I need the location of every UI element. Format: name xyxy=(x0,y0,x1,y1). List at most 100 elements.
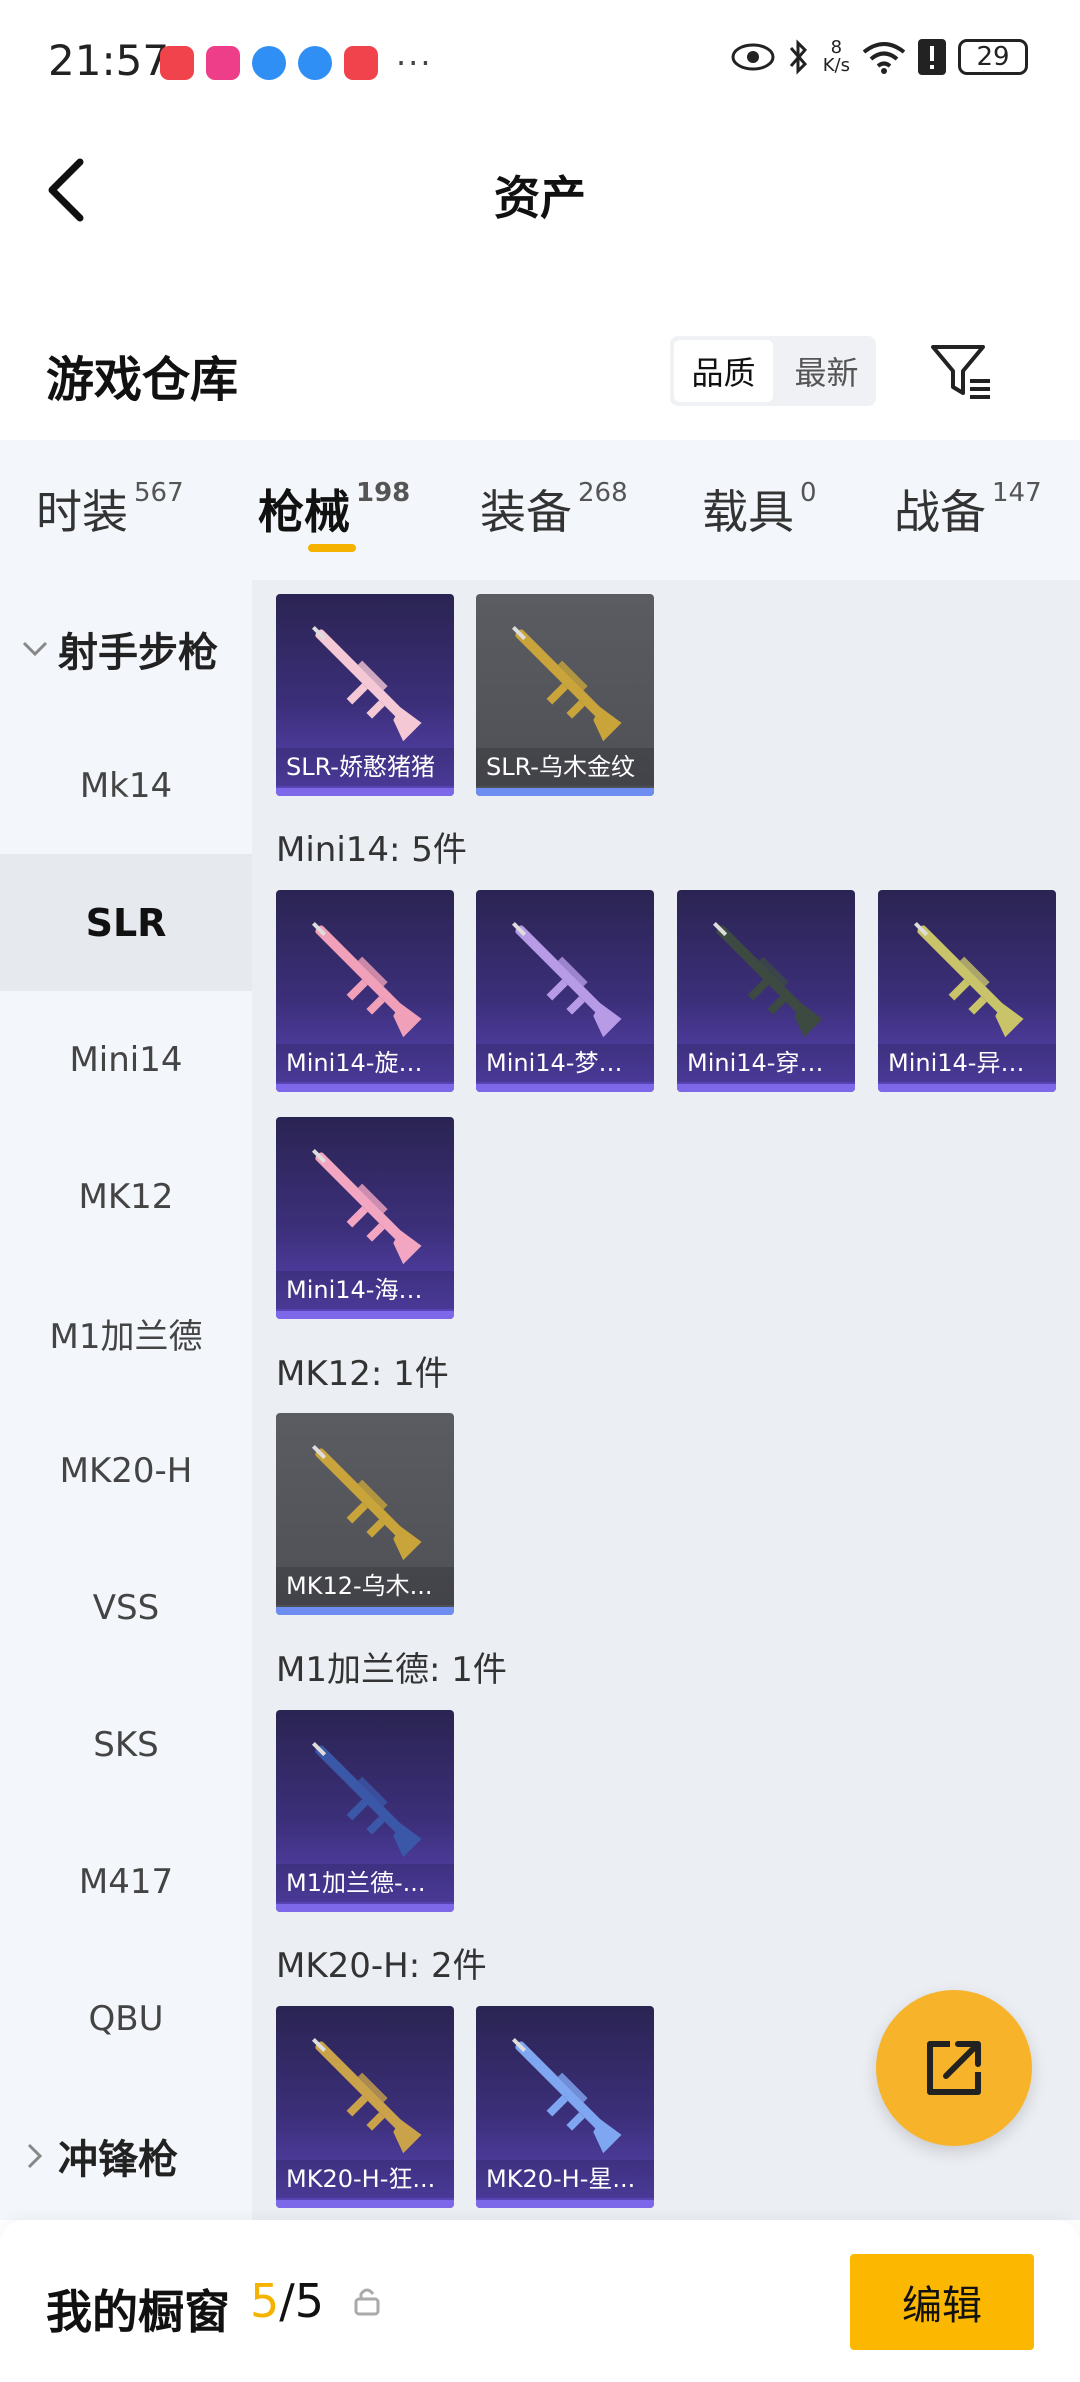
section-label-mk12: MK12: 1件 xyxy=(276,1354,449,1394)
rarity-bar xyxy=(276,1311,454,1319)
tab-fashion[interactable]: 时装 567 xyxy=(36,440,184,542)
net-speed: 8 K/s xyxy=(822,37,850,76)
item-card[interactable]: Mini14-异彩... xyxy=(878,890,1056,1092)
nav-item-mk14[interactable]: Mk14 xyxy=(0,717,252,854)
rarity-bar xyxy=(276,1084,454,1092)
rarity-bar xyxy=(276,1607,454,1615)
more-notifications-icon: ··· xyxy=(396,44,433,82)
item-card[interactable]: MK20-H-星... xyxy=(476,2006,654,2208)
nav-item-mk12[interactable]: MK12 xyxy=(0,1128,252,1265)
rifle-icon xyxy=(712,921,823,1038)
sort-option-quality[interactable]: 品质 xyxy=(674,340,773,402)
active-tab-indicator xyxy=(308,544,356,552)
item-name: Mini14-海渊... xyxy=(276,1271,454,1309)
browser-app-icon xyxy=(252,46,286,80)
item-card[interactable]: Mini14-海渊... xyxy=(276,1117,454,1319)
rifle-icon xyxy=(311,1444,422,1561)
section-label-mk20h: MK20-H: 2件 xyxy=(276,1946,487,1986)
item-card[interactable]: Mini14-旋转... xyxy=(276,890,454,1092)
warehouse-header: 游戏仓库 品质 最新 xyxy=(0,320,1080,440)
nav-item-sks[interactable]: SKS xyxy=(0,1676,252,1813)
share-button[interactable] xyxy=(876,1990,1032,2146)
status-bar: 21:57 ··· 8 K/s 29 xyxy=(0,0,1080,120)
eye-icon xyxy=(731,43,775,71)
tab-supplies[interactable]: 战备 147 xyxy=(894,440,1042,542)
nav-item-mini14[interactable]: Mini14 xyxy=(0,991,252,1128)
nav-item-mk20h[interactable]: MK20-H xyxy=(0,1402,252,1539)
weapon-type-nav: 射手步枪 Mk14 SLR Mini14 MK12 M1加兰德 MK20-H V… xyxy=(0,580,252,2220)
item-card[interactable]: MK12-乌木... xyxy=(276,1413,454,1615)
item-name: MK20-H-星... xyxy=(476,2160,654,2198)
item-name: MK20-H-狂... xyxy=(276,2160,454,2198)
status-time: 21:57 xyxy=(48,36,170,85)
filter-button[interactable] xyxy=(926,336,996,406)
rifle-icon xyxy=(511,625,622,742)
item-card[interactable]: Mini14-穿刺... xyxy=(677,890,855,1092)
nav-group-smg[interactable]: 冲锋枪 xyxy=(0,2087,252,2224)
rifle-icon xyxy=(511,2037,622,2154)
rifle-icon xyxy=(511,921,622,1038)
rarity-bar xyxy=(476,1084,654,1092)
tab-count: 147 xyxy=(992,478,1042,508)
item-card[interactable]: M1加兰德-... xyxy=(276,1710,454,1912)
sort-toggle: 品质 最新 xyxy=(670,336,876,406)
tab-vehicles[interactable]: 载具 0 xyxy=(702,440,817,542)
battery-indicator: 29 xyxy=(958,39,1028,75)
rarity-bar xyxy=(878,1084,1056,1092)
showcase-count: 5/5 xyxy=(250,2274,325,2328)
nav-group-marksman-rifles[interactable]: 射手步枪 xyxy=(0,580,252,717)
showcase-bar: 我的橱窗 5/5 编辑 xyxy=(0,2220,1080,2382)
rarity-bar xyxy=(276,2200,454,2208)
section-label-mini14: Mini14: 5件 xyxy=(276,830,467,870)
item-name: SLR-娇憨猪猪 xyxy=(276,748,454,786)
item-name: SLR-乌木金纹 xyxy=(476,748,654,786)
rifle-icon xyxy=(311,921,422,1038)
edit-button[interactable]: 编辑 xyxy=(850,2254,1034,2350)
rifle-icon xyxy=(311,2037,422,2154)
rarity-bar xyxy=(276,788,454,796)
rifle-icon xyxy=(311,625,422,742)
tab-count: 268 xyxy=(578,478,628,508)
item-name: M1加兰德-... xyxy=(276,1864,454,1902)
rifle-icon xyxy=(913,921,1024,1038)
sort-option-latest[interactable]: 最新 xyxy=(777,336,876,406)
bilibili-app-icon xyxy=(206,46,240,80)
item-card[interactable]: Mini14-梦幻... xyxy=(476,890,654,1092)
tab-count: 567 xyxy=(134,478,184,508)
item-name: Mini14-旋转... xyxy=(276,1044,454,1082)
chevron-down-icon xyxy=(20,641,50,657)
rarity-bar xyxy=(476,2200,654,2208)
chevron-right-icon xyxy=(20,2143,50,2169)
nav-item-m1-garand[interactable]: M1加兰德 xyxy=(0,1265,252,1402)
item-name: Mini14-梦幻... xyxy=(476,1044,654,1082)
rifle-icon xyxy=(311,1148,422,1265)
wifi-icon xyxy=(862,42,906,74)
nav-item-slr[interactable]: SLR xyxy=(0,854,252,991)
rarity-bar xyxy=(677,1084,855,1092)
item-name: MK12-乌木... xyxy=(276,1567,454,1605)
rarity-bar xyxy=(276,1904,454,1912)
item-card[interactable]: SLR-娇憨猪猪 xyxy=(276,594,454,796)
nav-item-vss[interactable]: VSS xyxy=(0,1539,252,1676)
rarity-bar xyxy=(476,788,654,796)
tab-weapons[interactable]: 枪械 198 xyxy=(258,440,410,552)
lock-icon xyxy=(354,2286,380,2320)
page-title: 资产 xyxy=(494,171,586,225)
bluetooth-icon xyxy=(789,39,807,75)
item-name: Mini14-异彩... xyxy=(878,1044,1056,1082)
item-card[interactable]: SLR-乌木金纹 xyxy=(476,594,654,796)
nav-item-qbu[interactable]: QBU xyxy=(0,1950,252,2087)
showcase-label: 我的橱窗 xyxy=(46,2285,230,2339)
item-card[interactable]: MK20-H-狂... xyxy=(276,2006,454,2208)
item-name: Mini14-穿刺... xyxy=(677,1044,855,1082)
item-grid: SLR-娇憨猪猪 SLR-乌木金纹 Mini14: 5件 Mini14-旋转..… xyxy=(252,580,1080,2220)
tab-count: 0 xyxy=(800,478,817,508)
rifle-icon xyxy=(311,1741,422,1858)
tab-equipment[interactable]: 装备 268 xyxy=(480,440,628,542)
filter-icon xyxy=(931,345,990,399)
share-icon xyxy=(927,2041,981,2095)
warehouse-title: 游戏仓库 xyxy=(46,352,239,408)
section-label-m1-garand: M1加兰德: 1件 xyxy=(276,1650,507,1690)
system-icons: 8 K/s 29 xyxy=(731,38,1028,76)
nav-item-m417[interactable]: M417 xyxy=(0,1813,252,1950)
